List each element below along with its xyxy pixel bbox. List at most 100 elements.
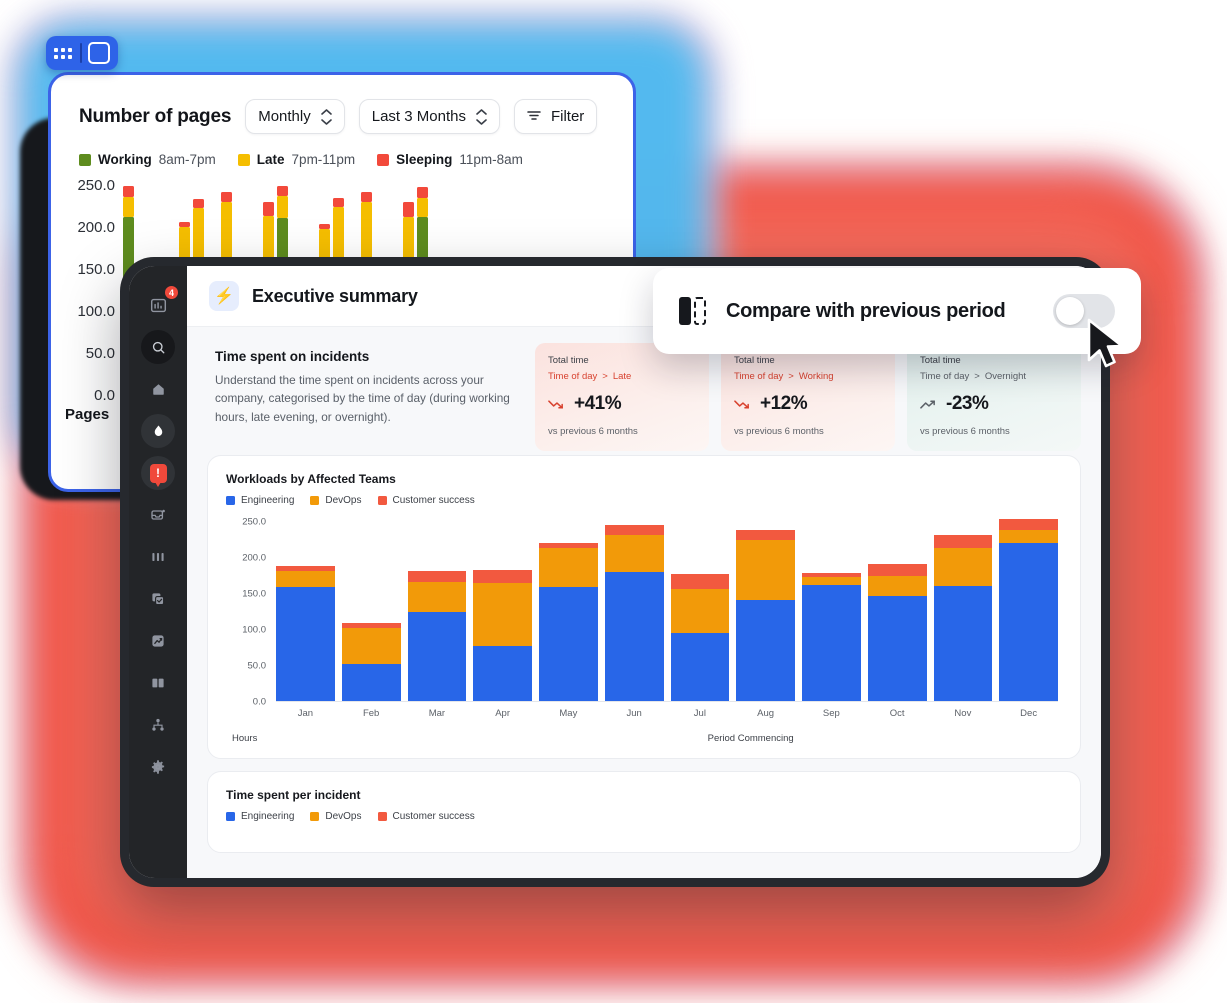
chart-bar[interactable] bbox=[604, 525, 664, 701]
date-range-dropdown[interactable]: Last 3 Months bbox=[358, 99, 500, 134]
legend-label: Engineering bbox=[241, 811, 295, 822]
mouse-cursor bbox=[1085, 318, 1131, 379]
legend-swatch bbox=[79, 153, 91, 166]
time-per-incident-card: Time spent per incident Engineering DevO… bbox=[207, 771, 1081, 853]
x-tick: May bbox=[559, 708, 578, 719]
filter-icon bbox=[527, 108, 541, 125]
app-content: ⚡ Executive summary Time spent on incide… bbox=[187, 266, 1101, 878]
compare-period-card[interactable]: Compare with previous period bbox=[653, 268, 1141, 354]
legend-item-working: Working 8am-7pm bbox=[79, 152, 216, 167]
grid-icon[interactable] bbox=[52, 46, 74, 61]
sidebar-item-inbox[interactable] bbox=[141, 498, 175, 532]
bar-segment-devops bbox=[341, 627, 401, 664]
legend-label: Sleeping bbox=[396, 152, 453, 167]
trend-down-icon bbox=[734, 397, 751, 411]
bar-segment-customer-success bbox=[670, 574, 730, 590]
sidebar-item-search[interactable] bbox=[141, 330, 175, 364]
sidebar-item-tasks[interactable] bbox=[141, 582, 175, 616]
y-tick: 200.0 bbox=[242, 552, 266, 564]
trend-down-icon bbox=[548, 397, 565, 411]
y-tick: 200.0 bbox=[77, 219, 115, 236]
bar-segment-customer-success bbox=[933, 535, 993, 549]
x-tick: Dec bbox=[1020, 708, 1038, 719]
legend-label: Engineering bbox=[241, 495, 295, 506]
bolt-icon: ⚡ bbox=[209, 281, 239, 311]
metric-label: Total time bbox=[548, 355, 589, 366]
legend-item-engineering[interactable]: Engineering bbox=[226, 495, 294, 506]
metric-card[interactable]: Total time Time of day > Overnight -23% … bbox=[907, 343, 1081, 451]
sidebar-item-columns[interactable] bbox=[141, 540, 175, 574]
chart-bar[interactable] bbox=[999, 518, 1058, 701]
sidebar-item-analytics[interactable] bbox=[141, 624, 175, 658]
metric-card[interactable]: Total time Time of day > Working +12% vs… bbox=[721, 343, 895, 451]
metric-label: Total time bbox=[734, 355, 775, 366]
sidebar-item-fire[interactable] bbox=[141, 414, 175, 448]
axis-labels: Hours Period Commencing bbox=[226, 719, 1062, 744]
legend-label: Customer success bbox=[392, 495, 475, 506]
metric-breadcrumb: Time of day > Working bbox=[734, 371, 882, 382]
chart-bar[interactable] bbox=[539, 543, 598, 701]
x-tick: Jun bbox=[626, 708, 642, 719]
legend-item-customer-success[interactable]: Customer success bbox=[377, 495, 475, 506]
bar-segment-customer-success bbox=[736, 530, 795, 541]
intro-text: Time spent on incidents Understand the t… bbox=[207, 343, 517, 426]
bar-segment-engineering bbox=[407, 611, 467, 701]
y-tick: 0.0 bbox=[252, 696, 266, 708]
view-switcher-toolbar[interactable] bbox=[46, 36, 118, 70]
filter-button[interactable]: Filter bbox=[513, 99, 598, 134]
chart-bar[interactable] bbox=[407, 571, 467, 701]
compare-period-label: Compare with previous period bbox=[726, 299, 1006, 322]
chart-bar[interactable] bbox=[802, 572, 861, 701]
bar-segment-devops bbox=[670, 589, 730, 633]
legend-swatch bbox=[226, 812, 235, 821]
breadcrumb-leaf: Overnight bbox=[984, 371, 1027, 382]
chart-bar[interactable] bbox=[670, 574, 730, 701]
bar-segment-devops bbox=[736, 540, 795, 601]
sidebar-item-alert[interactable]: ! bbox=[141, 456, 175, 490]
legend-swatch bbox=[237, 153, 250, 166]
chart-bars bbox=[276, 518, 1058, 702]
legend-item-customer-success[interactable]: Customer success bbox=[377, 811, 475, 822]
breadcrumb-leaf: Late bbox=[612, 371, 632, 382]
y-axis-label: Pages bbox=[65, 406, 110, 423]
y-tick: 100.0 bbox=[77, 303, 115, 320]
chart-bar[interactable] bbox=[473, 569, 532, 701]
metric-footnote: vs previous 6 months bbox=[734, 426, 824, 437]
content-title: Executive summary bbox=[252, 285, 418, 306]
sidebar-item-settings[interactable] bbox=[141, 750, 175, 784]
content-scroll-area[interactable]: Time spent on incidents Understand the t… bbox=[187, 327, 1101, 878]
bar-segment-engineering bbox=[867, 595, 927, 701]
x-tick: Apr bbox=[495, 708, 511, 719]
chart-bar[interactable] bbox=[867, 564, 927, 701]
panel-icon[interactable] bbox=[88, 42, 110, 64]
bar-segment-devops bbox=[802, 577, 861, 586]
sidebar-item-book[interactable] bbox=[141, 666, 175, 700]
filter-button-label: Filter bbox=[550, 108, 585, 125]
monthly-dropdown[interactable]: Monthly bbox=[245, 99, 345, 134]
y-tick: 250.0 bbox=[242, 516, 266, 528]
chart-title: Workloads by Affected Teams bbox=[226, 472, 396, 486]
metric-breadcrumb: Time of day > Overnight bbox=[920, 371, 1068, 382]
bar-segment-devops bbox=[539, 547, 598, 588]
legend-item-engineering[interactable]: Engineering bbox=[226, 811, 294, 822]
legend-item-devops[interactable]: DevOps bbox=[310, 811, 362, 822]
sidebar-item-hierarchy[interactable] bbox=[141, 708, 175, 742]
y-tick: 0.0 bbox=[94, 387, 115, 404]
legend-item-late: Late 7pm-11pm bbox=[237, 152, 355, 167]
x-tick: Jan bbox=[297, 708, 314, 719]
chart-bar[interactable] bbox=[736, 530, 795, 701]
legend-item-sleeping: Sleeping 11pm-8am bbox=[377, 152, 523, 167]
sidebar-item-reports[interactable]: 4 bbox=[141, 285, 179, 322]
toolbar-divider bbox=[80, 43, 82, 63]
breadcrumb-root: Time of day bbox=[548, 371, 598, 382]
legend-item-devops[interactable]: DevOps bbox=[310, 495, 362, 506]
chart-bar[interactable] bbox=[276, 566, 335, 701]
bar-segment-devops bbox=[604, 534, 664, 573]
back-dashboard-header: Number of pages Monthly Last 3 Months Fi… bbox=[51, 75, 633, 134]
x-tick: Oct bbox=[889, 708, 905, 719]
chart-bar[interactable] bbox=[933, 535, 993, 701]
metric-card[interactable]: Total time Time of day > Late +41% vs pr… bbox=[535, 343, 709, 451]
sidebar-item-home[interactable] bbox=[141, 372, 175, 406]
chart-bar[interactable] bbox=[341, 623, 401, 701]
x-tick: Jul bbox=[693, 708, 706, 719]
